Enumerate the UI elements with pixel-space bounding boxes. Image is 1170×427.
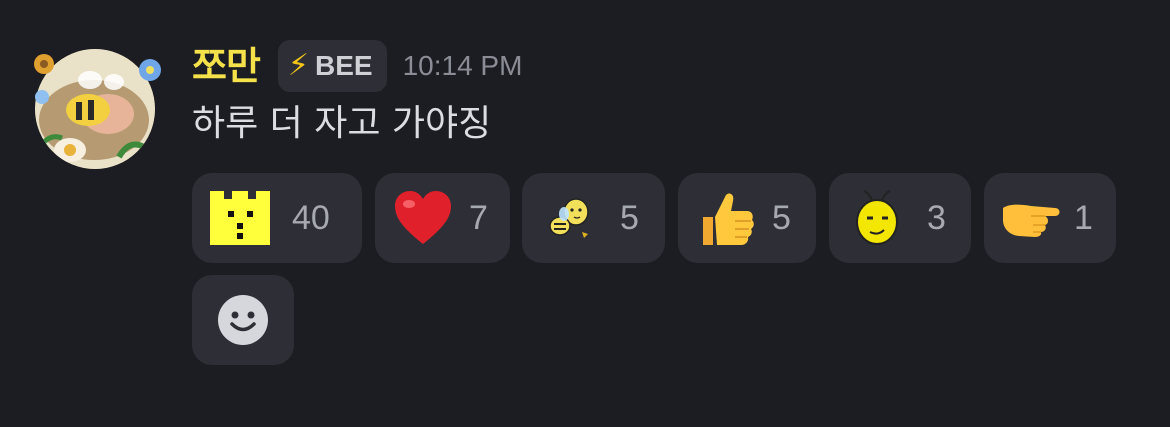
user-avatar[interactable] xyxy=(24,42,166,176)
role-tag[interactable]: ⚡ BEE xyxy=(277,40,387,92)
reaction-thumbs-up[interactable]: 5 xyxy=(678,173,816,263)
message-content: 하루 더 자고 가야징 xyxy=(192,103,492,144)
pointing-hand-emoji xyxy=(1000,186,1064,250)
reaction-count: 5 xyxy=(620,198,639,237)
reaction-castle[interactable]: 40 xyxy=(192,173,362,263)
reaction-pointing-hand[interactable]: 1 xyxy=(984,173,1116,263)
chat-message: 쪼만 ⚡ BEE 10:14 PM 하루 더 자고 가야징 40 7 5 5 3… xyxy=(0,0,1170,427)
add-reaction-smiley-icon xyxy=(218,295,268,345)
timestamp: 10:14 PM xyxy=(402,50,523,81)
bee-character-emoji xyxy=(538,186,602,250)
reaction-bee-face[interactable]: 3 xyxy=(829,173,971,263)
bee-face-emoji xyxy=(845,186,909,250)
reaction-heart[interactable]: 7 xyxy=(375,173,510,263)
reaction-count: 3 xyxy=(927,198,946,237)
reaction-count: 40 xyxy=(292,198,330,237)
reaction-bee-character[interactable]: 5 xyxy=(522,173,665,263)
lightning-icon: ⚡ xyxy=(287,48,309,83)
reaction-count: 7 xyxy=(469,198,488,237)
reaction-count: 1 xyxy=(1074,198,1093,237)
message-header: 쪼만 ⚡ BEE 10:14 PM xyxy=(192,38,522,94)
reaction-count: 5 xyxy=(772,198,791,237)
thumbs-up-emoji xyxy=(694,186,758,250)
red-heart-emoji xyxy=(391,186,455,250)
add-reaction-button[interactable] xyxy=(192,275,294,365)
yellow-castle-block-emoji xyxy=(208,186,272,250)
username[interactable]: 쪼만 xyxy=(192,47,261,85)
role-tag-label: BEE xyxy=(315,50,373,81)
